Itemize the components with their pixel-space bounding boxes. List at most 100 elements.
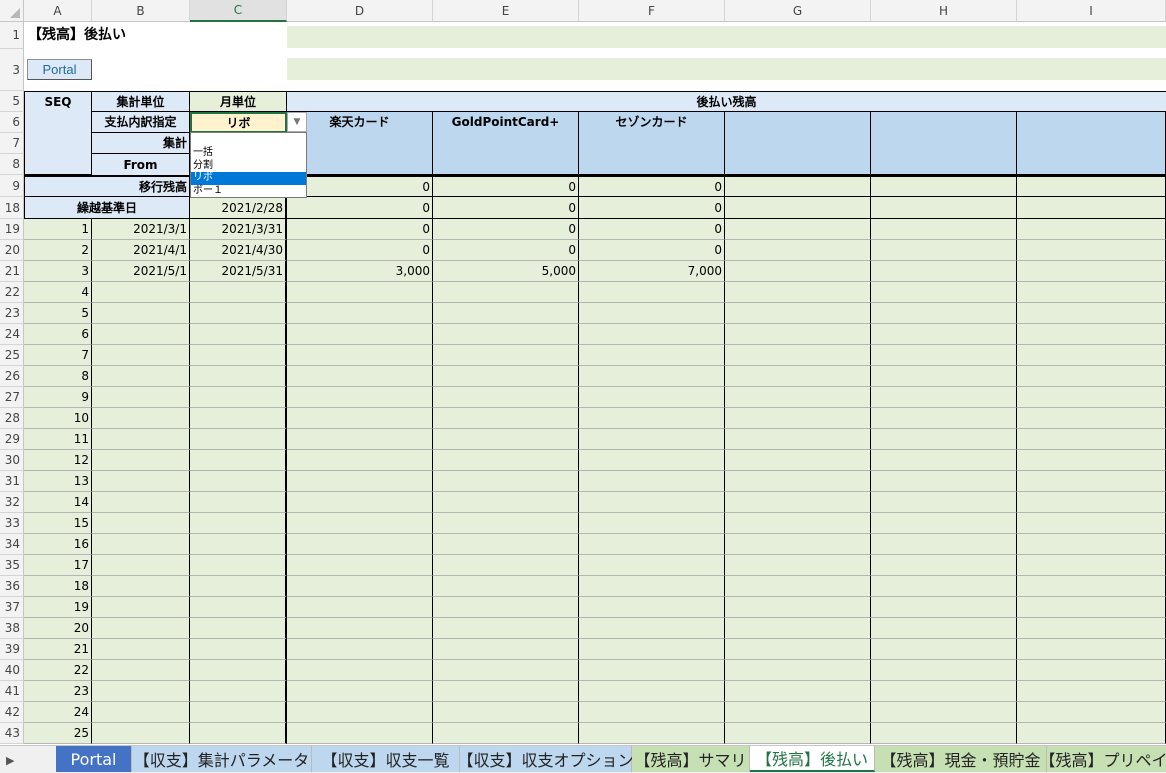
balance-cell[interactable] (1017, 366, 1166, 387)
row-header-3[interactable]: 3 (0, 49, 24, 91)
balance-cell[interactable] (725, 639, 871, 660)
balance-cell[interactable] (433, 513, 579, 534)
seq-cell[interactable]: 16 (24, 534, 92, 555)
row-header-39[interactable]: 39 (0, 639, 24, 660)
balance-cell[interactable] (871, 471, 1017, 492)
balance-cell[interactable] (433, 534, 579, 555)
balance-cell[interactable] (1017, 597, 1166, 618)
balance-cell[interactable] (871, 555, 1017, 576)
seq-cell[interactable]: 8 (24, 366, 92, 387)
balance-cell[interactable]: 3,000 (287, 261, 433, 282)
balance-cell[interactable] (1017, 387, 1166, 408)
balance-cell[interactable] (287, 387, 433, 408)
balance-cell[interactable] (579, 534, 725, 555)
to-date-cell[interactable]: 2021/3/31 (190, 219, 287, 240)
to-date-cell[interactable]: 2021/4/30 (190, 240, 287, 261)
from-date-cell[interactable] (92, 618, 190, 639)
portal-button[interactable]: Portal (27, 59, 92, 80)
row-header-19[interactable]: 19 (0, 219, 24, 240)
balance-cell[interactable] (1017, 282, 1166, 303)
balance-cell[interactable] (1017, 471, 1166, 492)
row-header-25[interactable]: 25 (0, 345, 24, 366)
balance-cell[interactable] (433, 303, 579, 324)
balance-cell[interactable] (579, 282, 725, 303)
seq-cell[interactable]: 13 (24, 471, 92, 492)
balance-cell[interactable] (433, 345, 579, 366)
balance-cell[interactable] (433, 450, 579, 471)
balance-cell[interactable] (287, 345, 433, 366)
balance-cell[interactable] (287, 702, 433, 723)
balance-cell[interactable] (725, 282, 871, 303)
balance-cell[interactable] (579, 660, 725, 681)
balance-cell[interactable] (725, 492, 871, 513)
seq-cell[interactable]: 15 (24, 513, 92, 534)
balance-cell[interactable] (725, 240, 871, 261)
seq-cell[interactable]: 23 (24, 681, 92, 702)
balance-cell[interactable] (579, 450, 725, 471)
column-header-b[interactable]: B (92, 0, 190, 22)
sheet-tab-6[interactable]: 【残高】現金・預貯金 (875, 746, 1047, 772)
balance-cell[interactable] (871, 513, 1017, 534)
balance-cell[interactable] (1017, 429, 1166, 450)
row-header-32[interactable]: 32 (0, 492, 24, 513)
from-date-cell[interactable] (92, 534, 190, 555)
balance-cell[interactable] (287, 429, 433, 450)
balance-cell[interactable] (579, 723, 725, 744)
balance-cell[interactable] (1017, 513, 1166, 534)
balance-cell[interactable] (871, 261, 1017, 282)
row-header-5[interactable]: 5 (0, 91, 24, 112)
dropdown-option[interactable]: 分割 (191, 160, 306, 173)
balance-cell[interactable] (1017, 408, 1166, 429)
to-date-cell[interactable]: 2021/5/31 (190, 261, 287, 282)
balance-cell[interactable] (433, 702, 579, 723)
to-date-cell[interactable] (190, 492, 287, 513)
balance-cell[interactable] (287, 660, 433, 681)
balance-cell[interactable] (287, 576, 433, 597)
balance-cell[interactable]: 0 (287, 240, 433, 261)
row-header-42[interactable]: 42 (0, 702, 24, 723)
balance-cell[interactable] (287, 534, 433, 555)
balance-cell[interactable] (725, 471, 871, 492)
to-date-cell[interactable] (190, 345, 287, 366)
seq-cell[interactable]: 17 (24, 555, 92, 576)
from-date-cell[interactable] (92, 471, 190, 492)
balance-cell[interactable] (433, 660, 579, 681)
column-header-f[interactable]: F (579, 0, 725, 22)
balance-cell[interactable] (1017, 576, 1166, 597)
row-header-40[interactable]: 40 (0, 660, 24, 681)
to-date-cell[interactable] (190, 324, 287, 345)
from-date-cell[interactable] (92, 387, 190, 408)
balance-cell[interactable]: 0 (433, 240, 579, 261)
balance-cell[interactable] (725, 534, 871, 555)
balance-cell[interactable] (287, 723, 433, 744)
from-date-cell[interactable] (92, 681, 190, 702)
from-date-cell[interactable] (92, 576, 190, 597)
seq-cell[interactable]: 18 (24, 576, 92, 597)
dropdown-option[interactable]: ボー１ (191, 185, 306, 198)
balance-cell[interactable] (725, 387, 871, 408)
balance-cell[interactable] (579, 471, 725, 492)
balance-cell[interactable] (1017, 618, 1166, 639)
balance-cell[interactable] (725, 660, 871, 681)
row-header-6[interactable]: 6 (0, 112, 24, 133)
row-header-9[interactable]: 9 (0, 175, 24, 197)
to-date-cell[interactable] (190, 303, 287, 324)
balance-cell[interactable] (1017, 324, 1166, 345)
to-date-cell[interactable] (190, 681, 287, 702)
to-date-cell[interactable] (190, 282, 287, 303)
balance-cell[interactable] (725, 576, 871, 597)
to-date-cell[interactable] (190, 534, 287, 555)
balance-cell[interactable] (579, 303, 725, 324)
from-date-cell[interactable] (92, 597, 190, 618)
from-date-cell[interactable] (92, 303, 190, 324)
sheet-tab-2[interactable]: 【収支】収支一覧 (312, 746, 460, 772)
row-header-28[interactable]: 28 (0, 408, 24, 429)
balance-cell[interactable] (871, 303, 1017, 324)
column-header-d[interactable]: D (287, 0, 433, 22)
seq-cell[interactable]: 6 (24, 324, 92, 345)
row-header-38[interactable]: 38 (0, 618, 24, 639)
balance-cell[interactable] (579, 576, 725, 597)
seq-cell[interactable]: 3 (24, 261, 92, 282)
balance-cell[interactable] (433, 429, 579, 450)
seq-cell[interactable]: 2 (24, 240, 92, 261)
